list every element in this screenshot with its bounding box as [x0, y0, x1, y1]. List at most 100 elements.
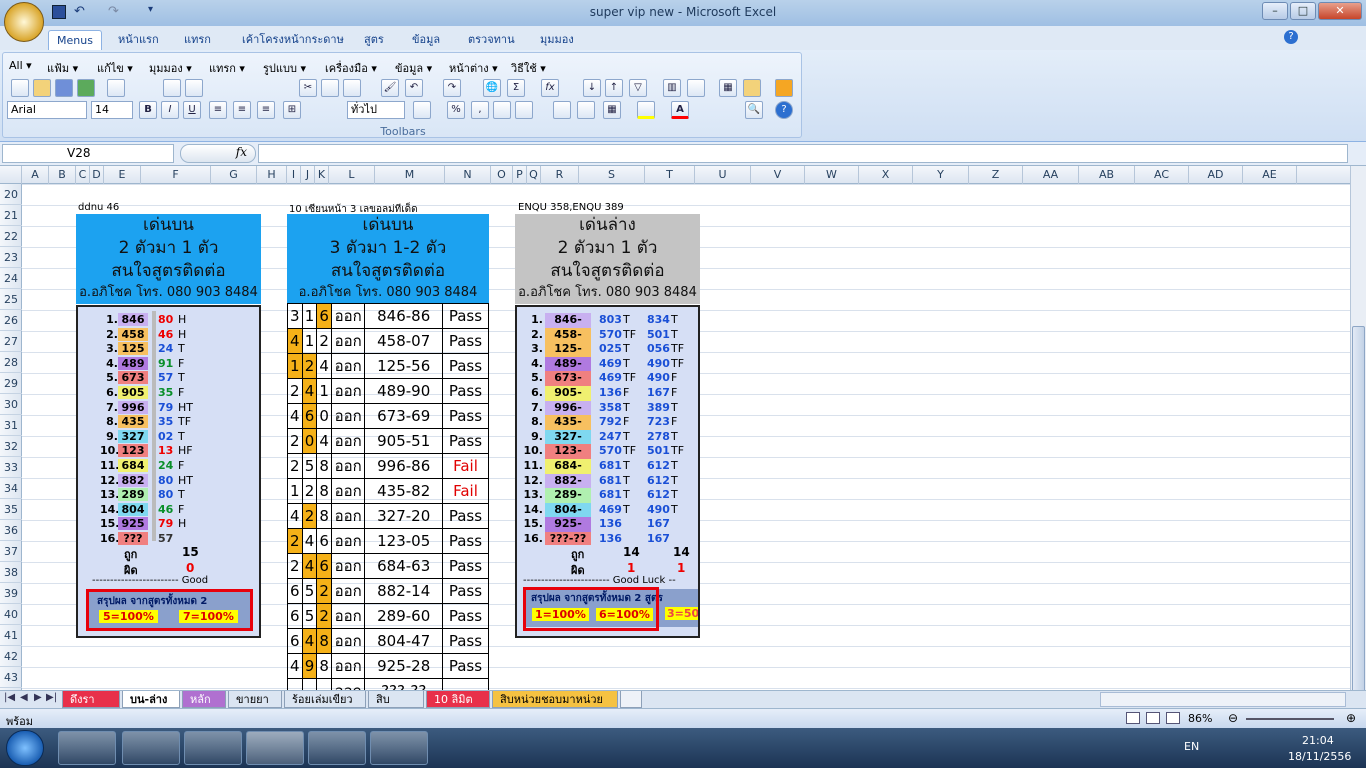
copy-icon[interactable] [321, 79, 339, 97]
sheet-tab[interactable]: ดึงราสูตร [62, 691, 120, 723]
format-painter-icon[interactable]: 🖌 [381, 79, 399, 97]
chart-icon[interactable]: ▥ [663, 79, 681, 97]
row-header-26[interactable]: 26 [0, 310, 22, 331]
zoom-slider[interactable] [1246, 718, 1334, 720]
column-header-AD[interactable]: AD [1189, 166, 1243, 184]
tab-home[interactable]: หน้าแรก [112, 30, 165, 50]
tab-insert[interactable]: แทรก [178, 30, 217, 50]
column-header-K[interactable]: K [315, 166, 329, 184]
normal-view-icon[interactable] [1126, 712, 1140, 724]
last-sheet-icon[interactable]: ▶| [46, 692, 57, 703]
select-all-corner[interactable] [0, 166, 22, 184]
save-icon[interactable] [55, 79, 73, 97]
increase-decimal-icon[interactable] [493, 101, 511, 119]
column-header-Y[interactable]: Y [913, 166, 969, 184]
row-header-23[interactable]: 23 [0, 247, 22, 268]
row-header-27[interactable]: 27 [0, 331, 22, 352]
h-scrollbar[interactable] [1100, 692, 1346, 707]
sort-asc-icon[interactable]: ↓ [583, 79, 601, 97]
start-button[interactable] [6, 730, 44, 766]
borders-icon[interactable]: ▦ [603, 101, 621, 119]
first-sheet-icon[interactable]: |◀ [4, 692, 15, 703]
hyperlink-icon[interactable]: 🌐 [483, 79, 501, 97]
align-right-icon[interactable]: ≡ [257, 101, 275, 119]
row-header-21[interactable]: 21 [0, 205, 22, 226]
row-header-22[interactable]: 22 [0, 226, 22, 247]
row-header-33[interactable]: 33 [0, 457, 22, 478]
insert-function-button[interactable]: fx [180, 144, 256, 163]
sort-desc-icon[interactable]: ↑ [605, 79, 623, 97]
menu-tools[interactable]: เครื่องมือ ▾ [325, 59, 377, 77]
row-header-40[interactable]: 40 [0, 604, 22, 625]
menu-all[interactable]: All ▾ [9, 59, 32, 72]
row-header-42[interactable]: 42 [0, 646, 22, 667]
shapes-icon[interactable] [687, 79, 705, 97]
insert-function-icon[interactable]: fx [541, 79, 559, 97]
cut-icon[interactable]: ✂ [299, 79, 317, 97]
align-center-icon[interactable]: ≡ [233, 101, 251, 119]
maximize-button[interactable]: □ [1290, 2, 1316, 20]
taskbar-excel-icon[interactable] [246, 731, 304, 765]
font-size-select[interactable]: 14 [91, 101, 133, 119]
language-indicator[interactable]: EN [1184, 740, 1199, 753]
column-header-N[interactable]: N [445, 166, 491, 184]
taskbar-firefox-icon[interactable] [184, 731, 242, 765]
name-box[interactable]: V28 [2, 144, 174, 163]
macro-icon[interactable] [775, 79, 793, 97]
row-header-20[interactable]: 20 [0, 184, 22, 205]
column-header-R[interactable]: R [541, 166, 579, 184]
help-icon[interactable]: ? [1284, 30, 1298, 44]
zoom-level[interactable]: 86% [1188, 712, 1212, 725]
column-header-Z[interactable]: Z [969, 166, 1023, 184]
open-icon[interactable] [33, 79, 51, 97]
row-header-34[interactable]: 34 [0, 478, 22, 499]
sheet-tab[interactable]: 10 ลิมิต [426, 691, 490, 708]
bold-button[interactable]: B [139, 101, 157, 119]
comma-icon[interactable]: , [471, 101, 489, 119]
tab-page-layout[interactable]: เค้าโครงหน้ากระดาษ [236, 30, 350, 50]
currency-icon[interactable] [413, 101, 431, 119]
pdf-icon[interactable] [107, 79, 125, 97]
column-header-AE[interactable]: AE [1243, 166, 1297, 184]
paste-icon[interactable] [343, 79, 361, 97]
menu-help[interactable]: วิธีใช้ ▾ [511, 59, 546, 77]
column-header-S[interactable]: S [579, 166, 645, 184]
excel-icon[interactable] [77, 79, 95, 97]
column-header-J[interactable]: J [301, 166, 315, 184]
row-header-28[interactable]: 28 [0, 352, 22, 373]
folder-icon[interactable] [743, 79, 761, 97]
column-header-AA[interactable]: AA [1023, 166, 1079, 184]
column-header-O[interactable]: O [491, 166, 513, 184]
zoom-out-icon[interactable]: ⊖ [1228, 711, 1238, 725]
row-header-36[interactable]: 36 [0, 520, 22, 541]
decrease-decimal-icon[interactable] [515, 101, 533, 119]
column-header-AC[interactable]: AC [1135, 166, 1189, 184]
column-header-G[interactable]: G [211, 166, 257, 184]
prev-sheet-icon[interactable]: ◀ [20, 692, 28, 703]
percent-button[interactable]: % [447, 101, 465, 119]
row-header-29[interactable]: 29 [0, 373, 22, 394]
undo-icon[interactable]: ↶ [405, 79, 423, 97]
taskbar-app5-icon[interactable] [308, 731, 366, 765]
row-header-25[interactable]: 25 [0, 289, 22, 310]
sheet-tab[interactable]: สิบหน่วย [368, 691, 424, 723]
close-button[interactable]: ✕ [1318, 2, 1362, 20]
column-header-AB[interactable]: AB [1079, 166, 1135, 184]
row-header-30[interactable]: 30 [0, 394, 22, 415]
row-header-32[interactable]: 32 [0, 436, 22, 457]
taskbar-app6-icon[interactable] [370, 731, 428, 765]
filter-icon[interactable]: ▽ [629, 79, 647, 97]
column-header-P[interactable]: P [513, 166, 527, 184]
row-header-38[interactable]: 38 [0, 562, 22, 583]
column-header-B[interactable]: B [49, 166, 76, 184]
number-format-select[interactable]: ทั่วไป [347, 101, 405, 119]
formula-input[interactable] [258, 144, 1348, 163]
column-header-W[interactable]: W [805, 166, 859, 184]
align-left-icon[interactable]: ≡ [209, 101, 227, 119]
font-name-select[interactable]: Arial [7, 101, 87, 119]
clock-time[interactable]: 21:04 [1302, 734, 1334, 747]
autosum-icon[interactable]: Σ [507, 79, 525, 97]
sheet-tab[interactable]: หลัก [182, 691, 226, 708]
sheet-tab[interactable]: สิบหน่วยชอบมาหน่วย [492, 691, 618, 708]
menu-data[interactable]: ข้อมูล ▾ [395, 59, 432, 77]
